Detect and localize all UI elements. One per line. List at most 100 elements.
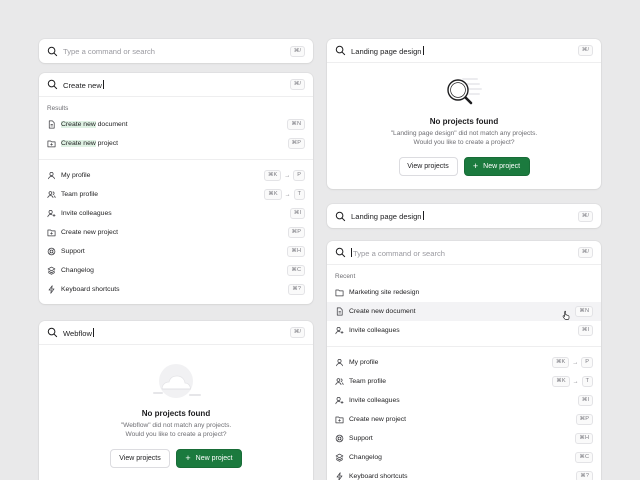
search-input[interactable]: Type a command or search [351, 247, 578, 258]
shortcut-badge: ⌘P [287, 138, 305, 149]
support-icon [47, 247, 56, 256]
results-label: Results [47, 105, 69, 112]
shortcut-badge: ⌘/ [289, 327, 305, 338]
folder-icon [335, 289, 344, 297]
command-item-invite-colleagues[interactable]: Invite colleagues ⌘I [327, 391, 601, 410]
view-projects-button[interactable]: View projects [110, 449, 170, 468]
shortcut-badge: ⌘/ [289, 45, 305, 57]
search-input[interactable]: Landing page design [351, 45, 578, 56]
search-bar[interactable]: Type a command or search ⌘/ [39, 39, 313, 63]
new-project-button[interactable]: + New project [463, 157, 530, 176]
search-input[interactable]: Create new [63, 79, 290, 90]
user-icon [48, 171, 55, 180]
shortcut-badge: ⌘/ [577, 247, 593, 258]
empty-state: No projects found "Webflow" did not matc… [39, 345, 313, 468]
shortcut-badge: ⌘I [577, 395, 593, 406]
search-bar[interactable]: Webflow ⌘/ [39, 321, 313, 345]
command-item-invite-colleagues[interactable]: Invite colleagues ⌘I [39, 204, 313, 223]
command-item-support[interactable]: Support ⌘H [327, 429, 601, 448]
command-item-support[interactable]: Support ⌘H [39, 242, 313, 261]
view-projects-button[interactable]: View projects [398, 157, 458, 176]
search-icon [335, 45, 346, 56]
search-input[interactable]: Webflow [63, 327, 290, 338]
shortcut-group: ⌘K → T [552, 376, 593, 387]
arrow-right-icon: → [284, 172, 291, 179]
button-label: New project [195, 455, 233, 462]
layers-icon [335, 453, 344, 462]
lightning-icon [48, 285, 55, 294]
search-input[interactable]: Type a command or search [63, 47, 290, 56]
recent-item-create-document[interactable]: Create new document ⌘N [327, 302, 601, 321]
command-item-my-profile[interactable]: My profile ⌘K → P [327, 353, 601, 372]
plus-icon: + [472, 161, 479, 171]
shortcut-badge: ⌘K [551, 357, 570, 368]
shortcut-badge: ⌘H [575, 433, 593, 444]
command-palette-search-only: Landing page design ⌘/ [327, 204, 601, 228]
command-item-keyboard-shortcuts[interactable]: Keyboard shortcuts ⌘? [39, 280, 313, 299]
text-caret [351, 247, 352, 257]
result-item-create-document[interactable]: Create new document ⌘N [39, 115, 313, 134]
lightning-icon [336, 472, 343, 480]
item-label: Create new project [61, 229, 119, 236]
shortcut-badge: ⌘H [287, 246, 305, 257]
item-label: Team profile [349, 378, 387, 385]
shortcut-badge: ⌘K [264, 189, 282, 200]
shortcut-badge: ⌘/ [577, 210, 593, 222]
command-item-team-profile[interactable]: Team profile ⌘K → T [327, 372, 601, 391]
arrow-right-icon: → [572, 359, 579, 366]
item-label: Keyboard shortcuts [349, 473, 408, 480]
shortcut-badge: ⌘N [575, 306, 593, 317]
command-item-changelog[interactable]: Changelog ⌘C [39, 261, 313, 280]
search-bar[interactable]: Type a command or search ⌘/ [327, 241, 601, 265]
new-project-button[interactable]: + New project [176, 449, 242, 468]
item-label: Team profile [61, 191, 99, 198]
search-icon [47, 46, 58, 56]
recent-item-invite-colleagues[interactable]: Invite colleagues ⌘I [327, 321, 601, 340]
command-item-my-profile[interactable]: My profile ⌘K → P [39, 166, 313, 185]
item-label: Create new document [61, 121, 128, 128]
search-icon [335, 211, 346, 221]
shortcut-badge: ⌘I [289, 208, 305, 219]
user-icon [336, 358, 343, 367]
item-label: Create new document [349, 308, 416, 315]
magnifier-illustration-icon [447, 78, 482, 105]
shortcut-badge: ⌘? [576, 471, 593, 480]
item-label: My profile [349, 359, 379, 366]
command-item-changelog[interactable]: Changelog ⌘C [327, 448, 601, 467]
result-item-create-project[interactable]: Create new project ⌘P [39, 134, 313, 153]
divider [327, 346, 601, 347]
search-bar[interactable]: Create new ⌘/ [39, 73, 313, 97]
command-item-keyboard-shortcuts[interactable]: Keyboard shortcuts ⌘? [327, 467, 601, 480]
document-icon [48, 120, 55, 129]
user-plus-icon [335, 396, 344, 405]
shortcut-badge: ⌘P [575, 414, 593, 425]
command-item-create-project[interactable]: Create new project ⌘P [39, 223, 313, 242]
shortcut-badge: ⌘/ [577, 45, 593, 56]
item-label: Changelog [61, 267, 94, 274]
shortcut-badge: P [581, 357, 593, 368]
arrow-right-icon: → [572, 378, 579, 385]
item-label: Changelog [349, 454, 382, 461]
command-item-create-project[interactable]: Create new project ⌘P [327, 410, 601, 429]
command-item-team-profile[interactable]: Team profile ⌘K → T [39, 185, 313, 204]
item-label: Invite colleagues [61, 210, 112, 217]
command-palette-no-results-landing: Landing page design ⌘/ No projects found… [327, 39, 601, 189]
search-bar[interactable]: Landing page design ⌘/ [327, 204, 601, 228]
layers-icon [47, 266, 56, 275]
shortcut-group: ⌘K → P [551, 357, 593, 368]
empty-state: No projects found "Landing page design" … [327, 63, 601, 176]
search-input[interactable]: Landing page design [351, 211, 578, 221]
empty-state-actions: View projects + New project [398, 157, 530, 176]
item-label: Keyboard shortcuts [61, 286, 120, 293]
folder-plus-icon [47, 140, 56, 148]
shortcut-badge: T [581, 376, 593, 387]
hand-pointer-icon [562, 310, 570, 320]
search-bar[interactable]: Landing page design ⌘/ [327, 39, 601, 63]
command-palette-no-results-webflow: Webflow ⌘/ No projects found "Webflow" d… [39, 321, 313, 480]
item-label: Support [349, 435, 373, 442]
item-label: Create new project [349, 416, 407, 423]
shortcut-group: ⌘K → T [264, 189, 305, 200]
folder-plus-icon [335, 416, 344, 424]
recent-item-marketing-site[interactable]: Marketing site redesign [327, 283, 601, 302]
shortcut-badge: ⌘? [288, 284, 305, 295]
